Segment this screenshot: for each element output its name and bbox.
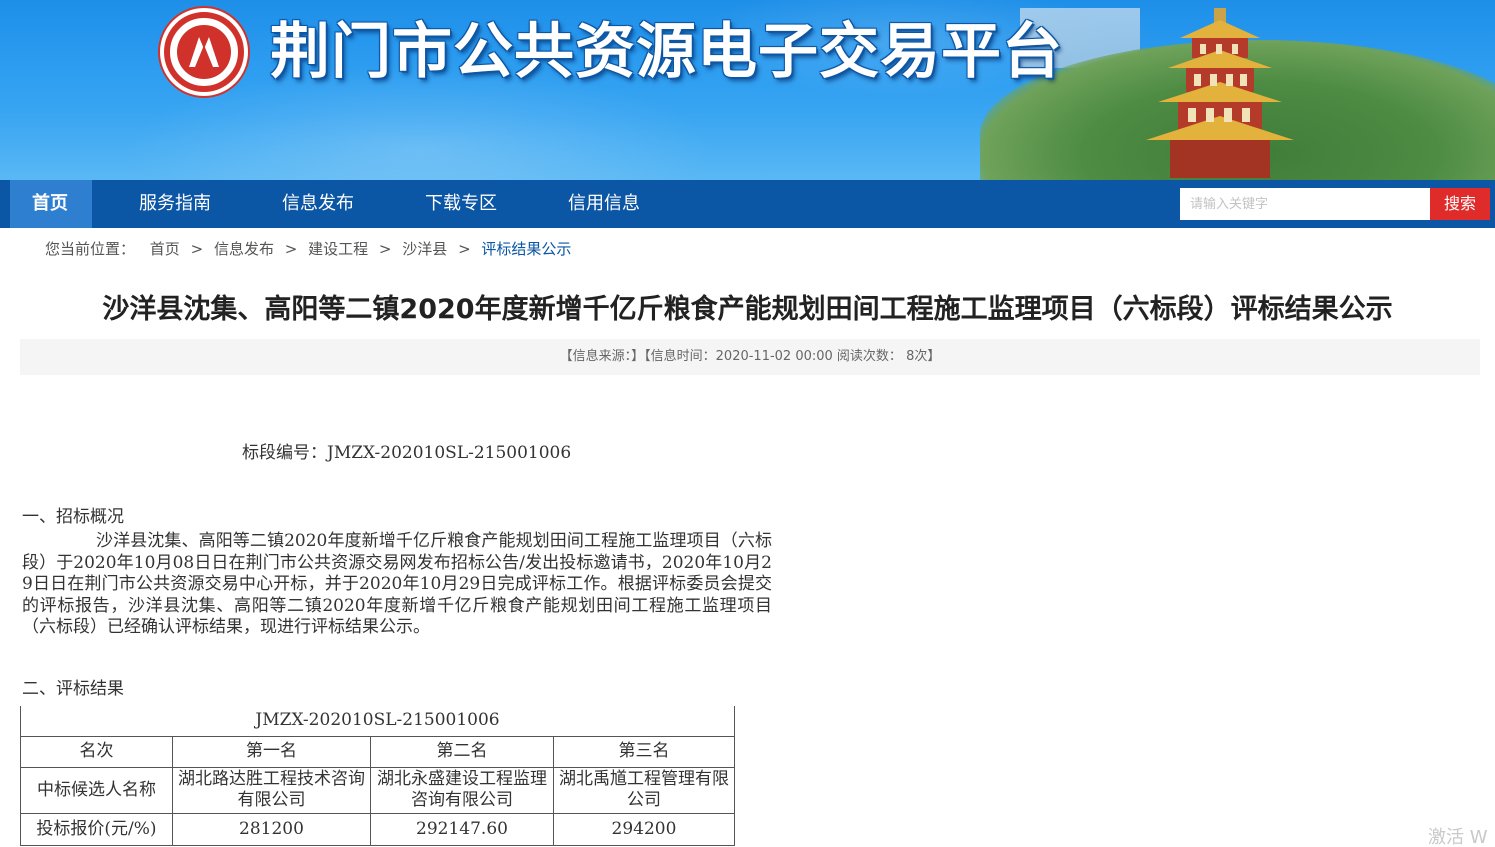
- nav-item-service-guide[interactable]: 服务指南: [139, 180, 211, 228]
- table-header-cell: 第二名: [370, 735, 554, 768]
- search-button[interactable]: 搜索: [1430, 188, 1490, 220]
- pagoda-icon: [1146, 8, 1294, 178]
- heading-evaluation-result: 二、评标结果: [22, 679, 124, 699]
- breadcrumb: 您当前位置： 首页 > 信息发布 > 建设工程 > 沙洋县 > 评标结果公示: [45, 238, 571, 260]
- table-cell: 湖北永盛建设工程监理咨询有限公司: [370, 766, 554, 814]
- article-title: 沙洋县沈集、高阳等二镇2020年度新增千亿斤粮食产能规划田间工程施工监理项目（六…: [102, 294, 1393, 325]
- table-header-cell: 名次: [20, 735, 173, 768]
- table-code-cell: JMZX-202010SL-215001006: [19, 706, 736, 737]
- table-row: 投标报价(元/%) 281200 292147.60 294200: [20, 812, 736, 846]
- breadcrumb-separator: >: [378, 240, 392, 258]
- breadcrumb-separator: >: [284, 240, 298, 258]
- table-cell: 281200: [172, 812, 371, 846]
- table-cell: 投标报价(元/%): [20, 812, 173, 846]
- breadcrumb-item-construction[interactable]: 建设工程: [308, 240, 368, 258]
- breadcrumb-item-shayang[interactable]: 沙洋县: [402, 240, 447, 258]
- site-banner: 荆门市公共资源电子交易平台: [0, 0, 1495, 180]
- table-cell: 294200: [552, 812, 736, 846]
- breadcrumb-item-current[interactable]: 评标结果公示: [481, 240, 571, 258]
- table-header-row: 名次 第一名 第二名 第三名: [20, 735, 736, 768]
- table-cell: 湖北禹馗工程管理有限公司: [552, 766, 736, 814]
- nav-item-info-release[interactable]: 信息发布: [282, 180, 354, 228]
- breadcrumb-item-home[interactable]: 首页: [150, 240, 180, 258]
- table-cell: 292147.60: [370, 812, 554, 846]
- article-meta: 【信息来源：】【信息时间：2020-11-02 00:00 阅读次数： 8次】: [20, 339, 1480, 375]
- site-title: 荆门市公共资源电子交易平台: [270, 17, 1063, 87]
- activation-watermark: 激活 W: [1428, 827, 1488, 847]
- search-input[interactable]: [1180, 188, 1430, 220]
- nav-item-credit-info[interactable]: 信用信息: [568, 180, 640, 228]
- table-row: 中标候选人名称 湖北路达胜工程技术咨询有限公司 湖北永盛建设工程监理咨询有限公司…: [20, 766, 736, 814]
- paragraph-overview: 沙洋县沈集、高阳等二镇2020年度新增千亿斤粮食产能规划田间工程施工监理项目（六…: [22, 531, 772, 637]
- breadcrumb-separator: >: [458, 240, 471, 258]
- result-table: JMZX-202010SL-215001006 名次 第一名 第二名 第三名 中…: [19, 706, 736, 846]
- site-logo-icon: [158, 6, 250, 98]
- nav-item-downloads[interactable]: 下载专区: [425, 180, 497, 228]
- table-cell: 中标候选人名称: [20, 766, 173, 814]
- table-header-cell: 第一名: [172, 735, 371, 768]
- table-row: JMZX-202010SL-215001006: [19, 706, 736, 737]
- nav-item-home[interactable]: 首页: [32, 180, 68, 228]
- table-cell: 湖北路达胜工程技术咨询有限公司: [172, 766, 371, 814]
- section-code: 标段编号：JMZX-202010SL-215001006: [242, 443, 572, 463]
- breadcrumb-separator: >: [190, 240, 204, 258]
- table-header-cell: 第三名: [552, 735, 736, 768]
- breadcrumb-prefix: 您当前位置：: [45, 240, 136, 258]
- heading-bidding-overview: 一、招标概况: [22, 507, 124, 527]
- breadcrumb-item-info-release[interactable]: 信息发布: [214, 240, 274, 258]
